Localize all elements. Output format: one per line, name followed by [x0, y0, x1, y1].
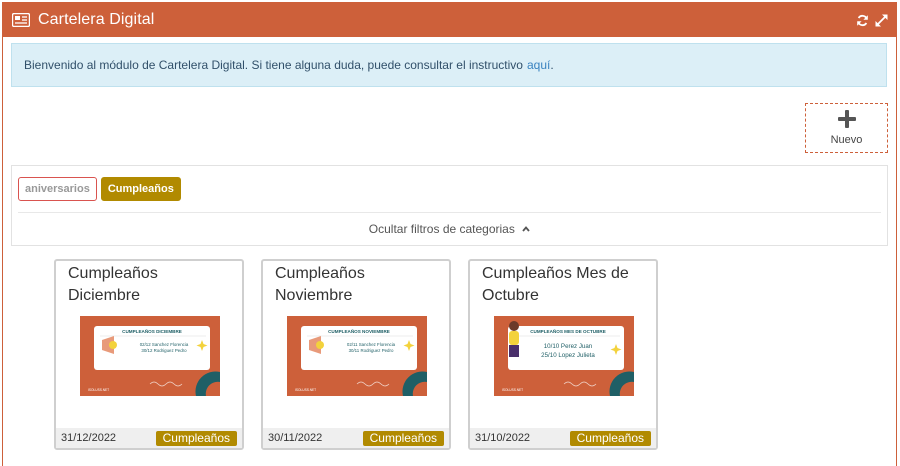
card-date: 30/11/2022 [268, 432, 323, 444]
tag-cumpleanos[interactable]: Cumpleaños [100, 177, 181, 201]
thumb-heading: CUMPLEAÑOS DICIEMBRE [122, 328, 182, 334]
thumb-line: 02/11 Sanchez Florencia [347, 342, 396, 347]
tag-aniversarios[interactable]: aniversarios [18, 177, 97, 201]
filters-divider [18, 212, 881, 213]
hide-filters-toggle[interactable]: Ocultar filtros de categorias [12, 222, 887, 236]
card-thumbnail: CUMPLEAÑOS MES DE OCTUBRE 10/10 Perez Ju… [494, 316, 634, 396]
category-filters: aniversarios Cumpleaños Ocultar filtros … [11, 165, 888, 246]
instructions-link[interactable]: aquí [527, 58, 550, 72]
card-thumbnail: CUMPLEAÑOS DICIEMBRE 02/12 Sanchez Flore… [80, 316, 220, 396]
panel-header: Cartelera Digital [3, 3, 896, 37]
category-badge: Cumpleaños [569, 430, 651, 446]
thumb-line: 10/10 Perez Juan [544, 343, 593, 350]
thumb-brand: ISOLUSS.NET [502, 388, 523, 392]
thumb-heading: CUMPLEAÑOS MES DE OCTUBRE [530, 328, 606, 334]
newspaper-icon [12, 13, 30, 27]
card-thumbnail: CUMPLEAÑOS NOVIEMBRE 02/11 Sanchez Flore… [287, 316, 427, 396]
card-title: Cumpleaños Diciembre [68, 265, 158, 304]
thumb-line: 25/10 Lopez Julieta [541, 352, 595, 359]
thumb-line: 30/12 Rodriguez Pedro [141, 348, 187, 353]
new-button[interactable]: Nuevo [805, 103, 888, 153]
welcome-alert: Bienvenido al módulo de Cartelera Digita… [11, 43, 887, 87]
new-button-label: Nuevo [830, 134, 863, 146]
hide-filters-label: Ocultar filtros de categorias [368, 222, 515, 236]
card-date: 31/12/2022 [61, 432, 117, 444]
thumb-line: 30/11 Rodriguez Pedro [349, 348, 394, 353]
thumb-line: 02/12 Sanchez Florencia [140, 342, 189, 347]
card-footer: 30/11/2022 Cumpleaños [263, 428, 449, 448]
card-title: Cumpleaños Mes de Octubre [482, 265, 629, 304]
thumb-brand: ISOLUSS.NET [88, 388, 109, 392]
post-card-octubre[interactable]: Cumpleaños Mes de Octubre CUMPLEAÑOS MES… [468, 259, 658, 450]
card-footer: 31/10/2022 Cumpleaños [470, 428, 656, 448]
thumb-heading: CUMPLEAÑOS NOVIEMBRE [328, 328, 390, 334]
post-card-noviembre[interactable]: Cumpleaños Noviembre CUMPLEAÑOS NOVIEMBR… [261, 259, 451, 450]
category-badge: Cumpleaños [155, 430, 237, 446]
header-tools [856, 14, 888, 27]
welcome-suffix: . [550, 58, 554, 72]
welcome-text: Bienvenido al módulo de Cartelera Digita… [24, 58, 523, 72]
card-title: Cumpleaños Noviembre [275, 265, 365, 304]
card-footer: 31/12/2022 Cumpleaños [56, 428, 242, 448]
category-tags: aniversarios Cumpleaños [18, 177, 181, 201]
category-badge: Cumpleaños [362, 430, 444, 446]
card-date: 31/10/2022 [475, 432, 531, 444]
post-card-diciembre[interactable]: Cumpleaños Diciembre CUMPLEAÑOS DICIEMBR… [54, 259, 244, 450]
refresh-icon[interactable] [856, 14, 869, 27]
thumb-brand: ISOLUSS.NET [295, 388, 316, 392]
expand-icon[interactable] [875, 14, 888, 27]
plus-icon [837, 110, 856, 128]
page-title: Cartelera Digital [38, 11, 155, 28]
chevron-up-icon [522, 226, 530, 232]
